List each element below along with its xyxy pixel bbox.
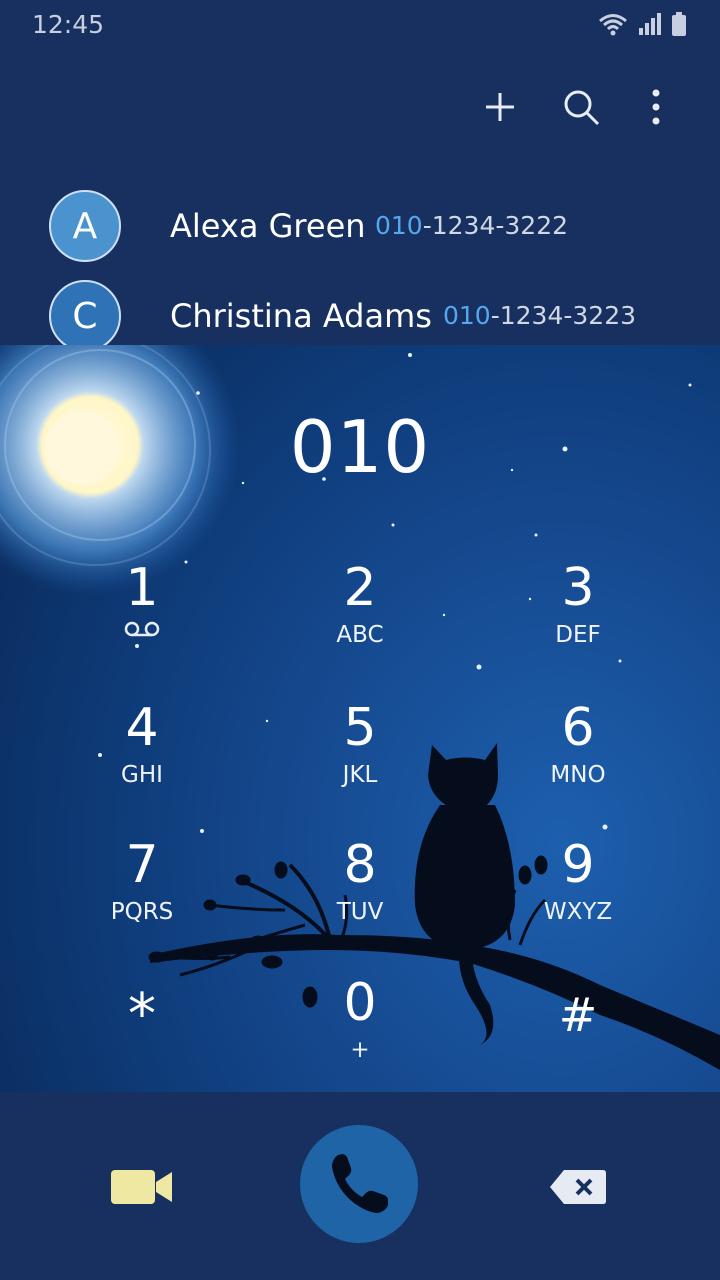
number-match: 010 xyxy=(375,211,423,240)
key-1[interactable]: 1 xyxy=(42,560,242,680)
key-4[interactable]: 4 GHI xyxy=(42,700,242,820)
key-letters: ABC xyxy=(336,622,384,648)
contact-suggestions: A Alexa Green 010-1234-3222 C Christina … xyxy=(0,160,720,345)
key-hash[interactable]: # xyxy=(478,975,678,1092)
more-options-icon xyxy=(652,89,660,125)
phone-icon xyxy=(332,1154,388,1213)
status-icons xyxy=(598,12,686,36)
add-contact-button[interactable] xyxy=(475,82,525,132)
key-3[interactable]: 3 DEF xyxy=(478,560,678,680)
key-letters: TUV xyxy=(336,899,384,925)
key-digit: 4 xyxy=(125,698,159,758)
key-digit: * xyxy=(128,982,156,1047)
search-icon xyxy=(564,90,600,126)
backspace-button[interactable] xyxy=(548,1167,608,1207)
key-letters: MNO xyxy=(550,762,606,788)
key-letters: GHI xyxy=(121,762,163,788)
battery-icon xyxy=(672,12,686,36)
key-digit: 7 xyxy=(125,835,159,895)
bottom-action-bar xyxy=(0,1092,720,1280)
contact-number: 010-1234-3222 xyxy=(375,211,568,240)
more-options-button[interactable] xyxy=(631,82,681,132)
key-5[interactable]: 5 JKL xyxy=(260,700,460,820)
contact-suggestion[interactable]: A Alexa Green 010-1234-3222 xyxy=(0,180,720,270)
key-digit: # xyxy=(558,988,598,1042)
key-letters: PQRS xyxy=(110,899,174,925)
key-digit: 6 xyxy=(561,698,595,758)
avatar: C xyxy=(49,280,121,345)
key-0[interactable]: 0 + xyxy=(260,975,460,1092)
number-rest: -1234-3222 xyxy=(422,211,569,240)
number-rest: -1234-3223 xyxy=(490,301,637,330)
key-letters: WXYZ xyxy=(543,899,613,925)
contact-suggestion[interactable]: C Christina Adams 010-1234-3223 xyxy=(0,270,720,345)
key-digit: 2 xyxy=(343,558,377,618)
key-star[interactable]: * xyxy=(42,975,242,1092)
key-letters: + xyxy=(350,1037,370,1063)
contact-name: Christina Adams xyxy=(170,297,432,335)
key-letters: JKL xyxy=(342,762,378,788)
add-icon xyxy=(486,93,514,121)
call-button[interactable] xyxy=(300,1125,418,1243)
key-8[interactable]: 8 TUV xyxy=(260,837,460,957)
search-button[interactable] xyxy=(556,82,606,132)
key-letters: DEF xyxy=(555,622,601,648)
voicemail-icon xyxy=(124,621,160,648)
key-digit: 5 xyxy=(343,698,377,758)
dialed-number: 010 xyxy=(289,405,431,489)
video-call-icon xyxy=(111,1170,172,1204)
status-bar: 12:45 xyxy=(0,0,720,50)
wifi-icon xyxy=(599,14,627,36)
contact-number: 010-1234-3223 xyxy=(443,301,636,330)
key-digit: 0 xyxy=(343,973,377,1033)
contact-name: Alexa Green xyxy=(170,207,366,245)
status-time: 12:45 xyxy=(32,10,105,39)
backspace-icon xyxy=(550,1170,606,1204)
signal-icon xyxy=(639,13,661,35)
key-9[interactable]: 9 WXYZ xyxy=(478,837,678,957)
video-call-button[interactable] xyxy=(108,1164,176,1210)
key-digit: 3 xyxy=(561,558,595,618)
top-action-bar xyxy=(0,50,720,160)
key-2[interactable]: 2 ABC xyxy=(260,560,460,680)
key-digit: 8 xyxy=(343,835,377,895)
avatar: A xyxy=(49,190,121,262)
key-7[interactable]: 7 PQRS xyxy=(42,837,242,957)
key-digit: 9 xyxy=(561,835,595,895)
dialer-keypad: 010 1 2 ABC 3 DEF 4 GHI 5 JKL 6 MNO 7 PQ… xyxy=(0,345,720,1092)
number-match: 010 xyxy=(443,301,491,330)
key-6[interactable]: 6 MNO xyxy=(478,700,678,820)
key-digit: 1 xyxy=(125,558,159,618)
